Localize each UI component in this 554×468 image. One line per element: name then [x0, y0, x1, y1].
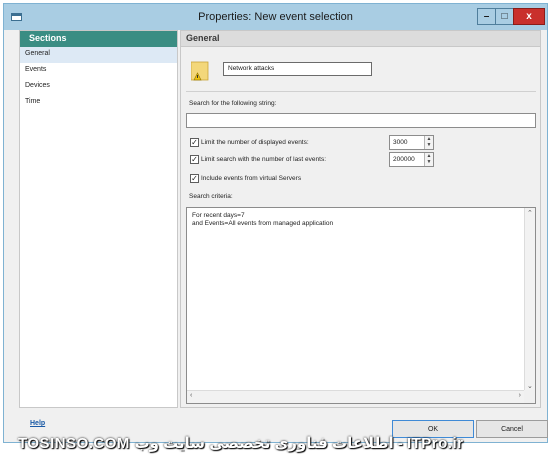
title-bar[interactable]: Properties: New event selection – □ x — [4, 4, 547, 30]
stepper-arrows-icon[interactable]: ▲ ▼ — [424, 136, 433, 149]
maximize-button[interactable]: □ — [495, 8, 514, 25]
include-virtual-checkbox[interactable]: ✓ — [190, 174, 199, 183]
section-item-events[interactable]: Events — [20, 63, 177, 79]
search-string-input[interactable] — [186, 113, 536, 128]
minimize-button[interactable]: – — [477, 8, 496, 25]
limit-displayed-label: Limit the number of displayed events: — [201, 139, 309, 146]
general-panel: General Network attacks Search for the f… — [180, 30, 541, 408]
last-events-stepper[interactable]: 200000 ▲ ▼ — [389, 152, 434, 167]
scroll-left-icon[interactable]: ‹ — [190, 392, 192, 399]
scroll-down-icon[interactable]: ⌄ — [527, 382, 533, 390]
scroll-right-icon[interactable]: › — [519, 392, 521, 399]
general-header: General — [181, 31, 540, 47]
watermark-text: TOSINSO.COM اطلاعات فناوری تخصصی سایت وب… — [18, 435, 464, 452]
horizontal-scrollbar[interactable]: ‹ › — [187, 390, 525, 403]
vertical-scrollbar[interactable]: ⌃ ⌄ — [524, 208, 535, 391]
displayed-events-value: 3000 — [393, 139, 408, 146]
search-label: Search for the following string: — [189, 100, 277, 107]
limit-last-label: Limit search with the number of last eve… — [201, 156, 327, 163]
folder-warning-icon — [191, 61, 209, 81]
criteria-text: For recent days=7 and Events=All events … — [192, 212, 334, 227]
limit-displayed-checkbox[interactable]: ✓ — [190, 138, 199, 147]
close-button[interactable]: x — [513, 8, 545, 25]
search-criteria-box[interactable]: For recent days=7 and Events=All events … — [186, 207, 536, 404]
scroll-corner — [524, 390, 535, 403]
criteria-label: Search criteria: — [189, 193, 233, 200]
limit-last-checkbox[interactable]: ✓ — [190, 155, 199, 164]
sections-panel: Sections General Events Devices Time — [19, 30, 178, 408]
scroll-up-icon[interactable]: ⌃ — [527, 209, 533, 217]
last-events-value: 200000 — [393, 156, 415, 163]
sections-header: Sections — [20, 31, 177, 47]
section-item-devices[interactable]: Devices — [20, 79, 177, 95]
window-title: Properties: New event selection — [198, 11, 353, 23]
selection-name-input[interactable]: Network attacks — [223, 62, 372, 76]
include-virtual-label: Include events from virtual Servers — [201, 175, 302, 182]
stepper-arrows-icon[interactable]: ▲ ▼ — [424, 153, 433, 166]
help-link[interactable]: Help — [30, 420, 45, 427]
displayed-events-stepper[interactable]: 3000 ▲ ▼ — [389, 135, 434, 150]
section-item-general[interactable]: General — [20, 47, 177, 63]
section-item-time[interactable]: Time — [20, 95, 177, 111]
separator — [186, 91, 536, 92]
